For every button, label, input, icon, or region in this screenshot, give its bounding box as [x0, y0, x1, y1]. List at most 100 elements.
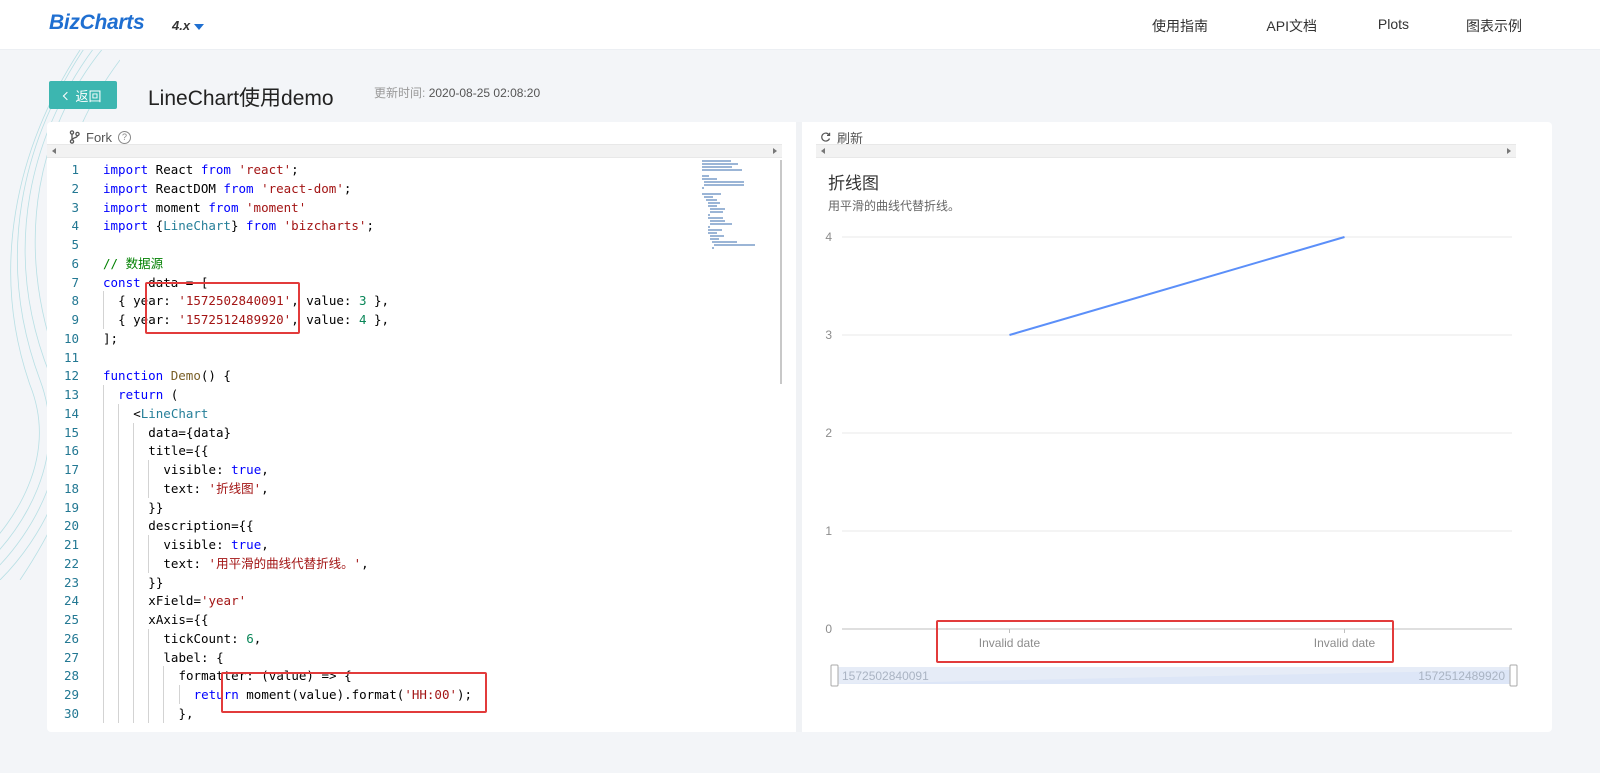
code-token: text:: [163, 480, 209, 496]
code-line[interactable]: 11: [47, 348, 737, 367]
version-selector[interactable]: 4.x: [172, 18, 205, 33]
code-line[interactable]: 4 import {LineChart} from 'bizcharts';: [47, 216, 737, 235]
code-line[interactable]: 12 function Demo() {: [47, 366, 737, 385]
nav-link-api[interactable]: API文档: [1266, 16, 1317, 36]
x-tick-label: Invalid date: [1314, 636, 1376, 650]
line-number: 22: [63, 555, 79, 571]
code-line[interactable]: 2 import ReactDOM from 'react-dom';: [47, 179, 737, 198]
indent-guide: [103, 610, 104, 629]
code-line[interactable]: 20 description={{: [47, 516, 737, 535]
code-line[interactable]: 30},: [47, 703, 737, 723]
series-line[interactable]: [1009, 236, 1345, 336]
indent-guide: [118, 572, 120, 592]
code-line[interactable]: 29 return moment(value).format('HH:00');: [47, 685, 737, 704]
code-line[interactable]: 13 return (: [47, 385, 737, 404]
code-token: moment(value).format(: [238, 687, 405, 702]
line-number: 7: [71, 274, 79, 290]
editor-horizontal-scrollbar[interactable]: [47, 144, 782, 158]
code-line[interactable]: 19}}: [47, 497, 737, 517]
code-token: true: [231, 462, 262, 477]
code-line[interactable]: 27 label: {: [47, 647, 737, 667]
indent-guide: [148, 478, 150, 498]
indent-guide: [118, 422, 120, 442]
code-token: formatter: (value) => {: [178, 668, 352, 684]
code-token: }: [230, 218, 247, 234]
code-line[interactable]: 22 text: '用平滑的曲线代替折线。',: [47, 553, 737, 573]
code-token: from: [246, 218, 277, 234]
line-number: 15: [63, 424, 79, 440]
help-icon[interactable]: ?: [118, 130, 131, 144]
code-line[interactable]: 8 { year: '1572502840091', value: 3 },: [47, 291, 737, 310]
line-chart[interactable]: 0 1 2 3 4 Invalid date Invalid date 157250284…: [802, 122, 1552, 732]
code-token: ,: [253, 630, 262, 646]
editor-vertical-scrollbar[interactable]: [780, 160, 782, 384]
code-minimap[interactable]: [702, 160, 782, 255]
code-token: '用平滑的曲线代替折线。': [208, 555, 362, 571]
code-line[interactable]: 7 const data = [: [47, 273, 737, 292]
nav-link-examples[interactable]: 图表示例: [1466, 16, 1522, 36]
indent-guide: [133, 628, 135, 648]
code-token: }}: [148, 574, 164, 590]
indent-guide: [118, 647, 120, 667]
logo[interactable]: BizCharts: [49, 11, 145, 35]
code-line[interactable]: 1 import React from 'react';: [47, 160, 737, 179]
indent-guide: [118, 591, 120, 610]
code-token: text:: [163, 555, 209, 571]
code-line[interactable]: 18 text: '折线图',: [47, 478, 737, 498]
code-text: }}: [148, 498, 163, 517]
slider-handle-end[interactable]: [1509, 664, 1518, 687]
minimap-line: [702, 160, 731, 162]
slider-handle-start[interactable]: [830, 664, 839, 687]
line-number: 14: [63, 405, 79, 421]
code-line[interactable]: 10];: [47, 329, 737, 348]
scroll-right-icon[interactable]: [773, 148, 777, 154]
code-line[interactable]: 14 <LineChart: [47, 403, 737, 423]
code-editor-pane: Fork ? 1 import React from 'react'; 2 impor…: [47, 122, 796, 732]
line-number: 11: [63, 349, 79, 365]
code-token: import: [103, 199, 149, 215]
code-area[interactable]: 1 import React from 'react'; 2 import React…: [47, 160, 796, 732]
code-line[interactable]: 9 { year: '1572512489920', value: 4 },: [47, 310, 737, 329]
minimap-line: [702, 169, 742, 171]
code-line[interactable]: 15 data={data}: [47, 422, 737, 442]
y-tick-label: 3: [825, 328, 832, 342]
code-line[interactable]: 21 visible: true,: [47, 535, 737, 554]
code-text: text: '折线图',: [163, 479, 268, 498]
code-token: React: [148, 162, 201, 177]
code-line[interactable]: 3 import moment from 'moment': [47, 198, 737, 217]
code-line[interactable]: 5: [47, 235, 737, 254]
code-line[interactable]: 16 title={{: [47, 441, 737, 460]
code-line[interactable]: 6 // 数据源: [47, 254, 737, 273]
page-title: LineChart使用demo: [148, 87, 334, 110]
indent-guide: [133, 516, 135, 535]
line-number: 6: [71, 255, 79, 271]
code-text: text: '用平滑的曲线代替折线。',: [163, 554, 368, 573]
code-token: visible:: [163, 462, 232, 477]
range-slider[interactable]: 1572502840091 1572512489920: [830, 664, 1518, 687]
minimap-line: [710, 220, 726, 222]
scroll-left-icon[interactable]: [52, 148, 56, 154]
indent-guide: [178, 685, 180, 704]
code-text: // 数据源: [103, 254, 163, 273]
code-token: import: [103, 218, 149, 234]
fork-button[interactable]: Fork: [86, 130, 112, 145]
code-line[interactable]: 23}}: [47, 572, 737, 592]
code-token: import: [103, 162, 149, 177]
nav-link-plots[interactable]: Plots: [1378, 16, 1409, 32]
minimap-line: [714, 244, 755, 246]
indent-guide: [163, 685, 165, 704]
code-line[interactable]: 28 formatter: (value) => {: [47, 666, 737, 685]
code-line[interactable]: 25 xAxis={{: [47, 610, 737, 629]
back-button[interactable]: 返回: [49, 81, 117, 109]
indent-guide: [148, 703, 150, 723]
code-line[interactable]: 24 xField='year': [47, 591, 737, 610]
indent-guide: [118, 666, 120, 685]
code-line[interactable]: 17 visible: true,: [47, 460, 737, 479]
nav-link-guide[interactable]: 使用指南: [1152, 16, 1208, 36]
indent-guide: [148, 460, 150, 479]
fork-icon[interactable]: [69, 130, 80, 144]
line-number: 21: [63, 537, 79, 552]
y-axis: 0 1 2 3 4: [825, 230, 832, 636]
code-line[interactable]: 26 tickCount: 6,: [47, 628, 737, 648]
minimap-line: [708, 202, 721, 204]
